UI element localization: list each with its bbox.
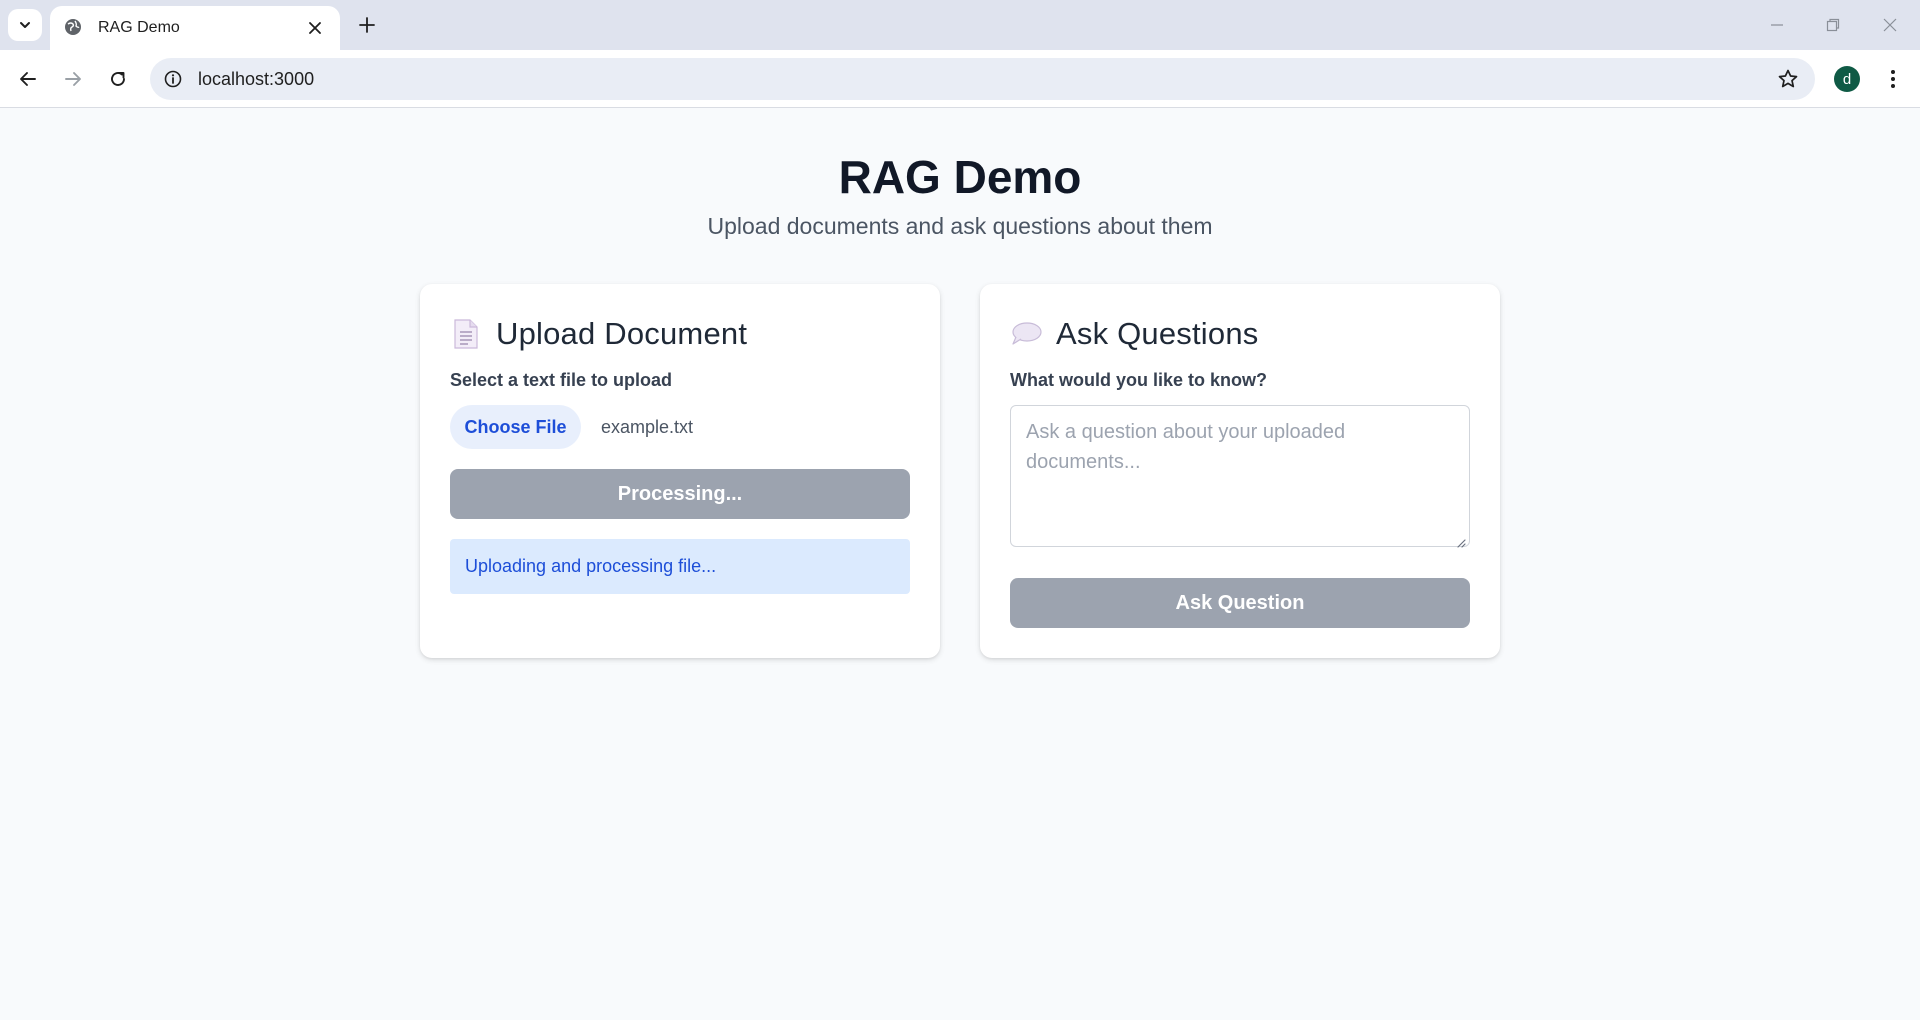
- upload-card: Upload Document Select a text file to up…: [420, 284, 940, 658]
- browser-tab[interactable]: RAG Demo: [50, 6, 340, 50]
- page-title: RAG Demo: [838, 151, 1082, 203]
- page-subtitle: Upload documents and ask questions about…: [707, 213, 1213, 239]
- profile-avatar[interactable]: d: [1834, 66, 1860, 92]
- resize-handle-icon[interactable]: [1456, 538, 1466, 548]
- question-field-wrapper: Ask a question about your uploaded docum…: [1010, 391, 1470, 552]
- upload-card-title: Upload Document: [496, 316, 748, 351]
- plus-icon: [359, 17, 375, 33]
- ask-card: Ask Questions What would you like to kno…: [980, 284, 1500, 658]
- forward-icon: [65, 72, 81, 86]
- browser-menu-button[interactable]: [1880, 66, 1906, 92]
- speech-bubble-icon: [1010, 318, 1042, 350]
- new-tab-button[interactable]: [352, 10, 382, 40]
- info-icon[interactable]: [162, 68, 184, 90]
- forward-button[interactable]: [58, 64, 88, 94]
- upload-card-header: Upload Document: [450, 314, 910, 354]
- close-icon[interactable]: [304, 17, 326, 39]
- back-icon: [20, 72, 36, 86]
- upload-status-message: Uploading and processing file...: [450, 539, 910, 594]
- file-input[interactable]: Choose File example.txt: [450, 405, 910, 449]
- file-input-label: Select a text file to upload: [450, 370, 673, 390]
- restore-icon: [1826, 18, 1840, 32]
- upload-button[interactable]: Processing...: [450, 469, 910, 519]
- minimize-button[interactable]: [1764, 12, 1790, 38]
- globe-icon: [64, 18, 84, 38]
- tab-title: RAG Demo: [98, 19, 180, 36]
- address-bar[interactable]: localhost:3000: [150, 58, 1815, 100]
- back-button[interactable]: [13, 64, 43, 94]
- ask-question-button[interactable]: Ask Question: [1010, 578, 1470, 628]
- window-close-button[interactable]: [1877, 12, 1903, 38]
- kebab-menu-icon: [1891, 70, 1895, 88]
- question-label: What would you like to know?: [1010, 370, 1267, 390]
- browser-toolbar: localhost:3000 d: [0, 50, 1920, 108]
- url-text[interactable]: localhost:3000: [198, 69, 314, 90]
- ask-card-header: Ask Questions: [1010, 314, 1470, 354]
- document-icon: [450, 318, 482, 350]
- reload-icon: [111, 72, 125, 86]
- star-icon[interactable]: [1777, 68, 1799, 90]
- selected-file-name: example.txt: [601, 416, 694, 437]
- reload-button[interactable]: [103, 64, 133, 94]
- tab-search-button[interactable]: [8, 9, 42, 41]
- tab-strip: RAG Demo: [0, 0, 1920, 50]
- choose-file-button[interactable]: Choose File: [450, 405, 581, 449]
- chevron-down-icon: [20, 22, 30, 28]
- window-close-icon: [1883, 18, 1897, 32]
- restore-button[interactable]: [1820, 12, 1846, 38]
- minimize-icon: [1771, 24, 1783, 26]
- ask-card-title: Ask Questions: [1056, 316, 1259, 351]
- question-textarea[interactable]: [1010, 405, 1470, 547]
